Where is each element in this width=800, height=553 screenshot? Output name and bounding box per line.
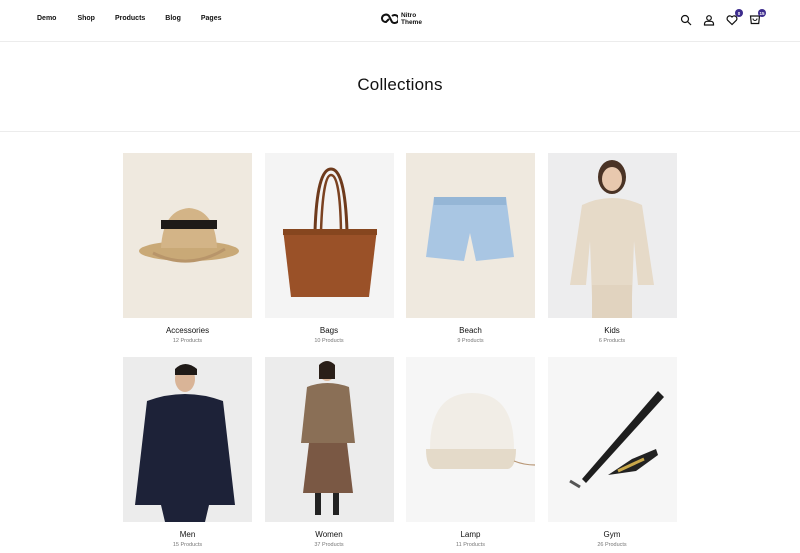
hat-icon <box>123 153 252 318</box>
collections-grid: Accessories 12 Products Bags 10 Products… <box>123 153 677 548</box>
collection-name[interactable]: Accessories <box>123 326 252 335</box>
nav-products[interactable]: Products <box>115 15 145 22</box>
collection-count: 6 Products <box>598 338 626 344</box>
bag-icon <box>264 153 394 318</box>
collection-count: 37 Products <box>314 542 344 548</box>
collection-image[interactable] <box>264 357 394 522</box>
collection-count: 9 Products <box>457 338 484 344</box>
collection-count: 10 Products <box>314 338 344 344</box>
collection-card[interactable]: Bags 10 Products <box>264 153 394 344</box>
wishlist-count-badge: 0 <box>735 9 743 17</box>
header-icons: 0 15 <box>679 9 766 27</box>
cart-button[interactable]: 15 <box>748 9 766 27</box>
collection-count: 11 Products <box>456 542 485 548</box>
collection-count: 26 Products <box>597 542 627 548</box>
site-header: Demo Shop Products Blog Pages Nitro Them… <box>0 0 800 42</box>
collection-image[interactable] <box>123 357 252 522</box>
collection-name[interactable]: Gym <box>548 530 677 539</box>
collection-card[interactable]: Kids 6 Products <box>547 153 677 344</box>
search-button[interactable] <box>679 13 693 27</box>
collection-card[interactable]: Women 37 Products <box>264 357 394 548</box>
shorts-icon <box>406 153 535 318</box>
collection-name[interactable]: Lamp <box>406 530 535 539</box>
nav-demo[interactable]: Demo <box>37 15 56 22</box>
collection-image[interactable] <box>406 357 535 522</box>
lamp-icon <box>406 357 535 522</box>
main-nav: Demo Shop Products Blog Pages <box>37 15 221 22</box>
search-icon <box>680 14 692 26</box>
collection-name[interactable]: Women <box>265 530 394 539</box>
collection-card[interactable]: Men 15 Products <box>123 357 252 548</box>
collection-image[interactable] <box>547 357 677 522</box>
baseball-bat-icon <box>547 357 677 522</box>
collection-count: 15 Products <box>172 542 203 548</box>
men-photo-icon <box>123 357 252 522</box>
collection-name[interactable]: Kids <box>548 326 677 335</box>
nav-blog[interactable]: Blog <box>165 15 181 22</box>
collection-image[interactable] <box>547 153 677 318</box>
brand-logo[interactable]: Nitro Theme <box>380 12 422 26</box>
page-title: Collections <box>357 75 443 94</box>
collection-count: 12 Products <box>172 338 203 344</box>
collection-card[interactable]: Accessories 12 Products <box>123 153 252 344</box>
wishlist-button[interactable]: 0 <box>725 9 743 27</box>
collection-card[interactable]: Beach 9 Products <box>406 153 535 344</box>
collection-name[interactable]: Beach <box>406 326 535 335</box>
collection-name[interactable]: Bags <box>265 326 394 335</box>
women-photo-icon <box>264 357 394 522</box>
nav-shop[interactable]: Shop <box>77 15 95 22</box>
collection-card[interactable]: Gym 26 Products <box>547 357 677 548</box>
brand-name: Nitro Theme <box>401 12 422 26</box>
collection-image[interactable] <box>406 153 535 318</box>
nav-pages[interactable]: Pages <box>201 15 222 22</box>
cart-count-badge: 15 <box>758 9 766 17</box>
collection-image[interactable] <box>264 153 394 318</box>
user-icon <box>703 15 715 26</box>
logo-mark-icon <box>381 13 398 24</box>
kid-photo-icon <box>547 153 677 318</box>
collection-card[interactable]: Lamp 11 Products <box>406 357 535 548</box>
collection-image[interactable] <box>123 153 252 318</box>
account-button[interactable] <box>702 13 716 27</box>
collection-name[interactable]: Men <box>123 530 252 539</box>
